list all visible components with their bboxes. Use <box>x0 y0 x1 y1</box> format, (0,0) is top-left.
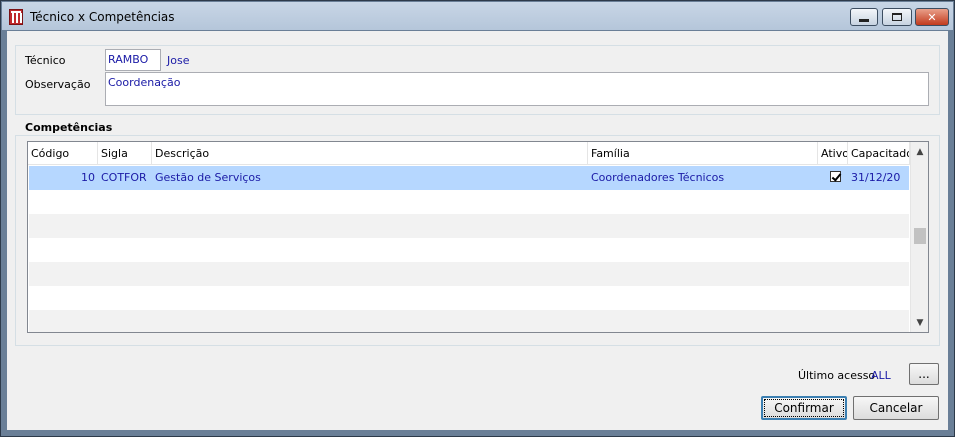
competencias-grid[interactable]: Código Sigla Descrição Família Ativo Cap… <box>27 141 929 333</box>
column-header-capacitado[interactable]: Capacitado <box>848 142 910 165</box>
competencias-title: Competências <box>25 121 113 134</box>
ativo-checkbox[interactable] <box>830 171 841 182</box>
scroll-up-icon[interactable]: ▲ <box>911 143 928 160</box>
dialog-client-area: Técnico RAMBO Jose Observação Coordenaçã… <box>7 31 948 430</box>
ellipsis-button[interactable]: ... <box>909 363 939 385</box>
dialog-window: Técnico x Competências ✕ Técnico RAMBO J… <box>0 0 955 437</box>
observacao-field[interactable]: Coordenação <box>105 72 929 106</box>
ultimo-acesso-value: ALL <box>871 369 891 382</box>
confirm-button[interactable]: Confirmar <box>761 396 847 420</box>
table-row[interactable]: 10 COTFOR Gestão de Serviços Coordenador… <box>29 166 909 190</box>
minimize-icon <box>859 18 869 22</box>
column-header-familia[interactable]: Família <box>588 142 818 165</box>
empty-row <box>29 190 909 214</box>
grid-header: Código Sigla Descrição Família Ativo Cap… <box>28 142 910 165</box>
cancel-button[interactable]: Cancelar <box>853 396 939 420</box>
ultimo-acesso-label: Último acesso <box>798 369 876 382</box>
tecnico-panel: Técnico RAMBO Jose Observação Coordenaçã… <box>15 45 940 115</box>
empty-row <box>29 214 909 238</box>
observacao-label: Observação <box>25 78 91 91</box>
tecnico-label: Técnico <box>25 54 66 67</box>
empty-row <box>29 310 909 332</box>
cell-capacitado: 31/12/20 <box>851 171 901 184</box>
empty-row <box>29 286 909 310</box>
maximize-button[interactable] <box>882 8 912 26</box>
empty-row <box>29 238 909 262</box>
column-header-codigo[interactable]: Código <box>28 142 98 165</box>
cell-sigla: COTFOR <box>101 171 147 184</box>
close-button[interactable]: ✕ <box>915 8 949 26</box>
cell-familia: Coordenadores Técnicos <box>591 171 725 184</box>
scroll-down-icon[interactable]: ▼ <box>911 314 928 331</box>
cell-descricao: Gestão de Serviços <box>155 171 261 184</box>
column-header-sigla[interactable]: Sigla <box>98 142 152 165</box>
tecnico-name: Jose <box>167 54 190 67</box>
tecnico-code-field[interactable]: RAMBO <box>105 49 161 71</box>
column-header-descricao[interactable]: Descrição <box>152 142 588 165</box>
cell-codigo: 10 <box>81 171 95 184</box>
column-header-ativo[interactable]: Ativo <box>818 142 848 165</box>
close-icon: ✕ <box>927 10 937 24</box>
vertical-scrollbar[interactable]: ▲ ▼ <box>910 142 928 332</box>
title-bar[interactable]: Técnico x Competências ✕ <box>2 2 953 30</box>
maximize-icon <box>892 13 902 21</box>
minimize-button[interactable] <box>850 8 878 26</box>
empty-row <box>29 262 909 286</box>
scroll-thumb[interactable] <box>914 228 926 244</box>
app-logo-icon <box>9 9 23 25</box>
window-title: Técnico x Competências <box>30 10 175 24</box>
